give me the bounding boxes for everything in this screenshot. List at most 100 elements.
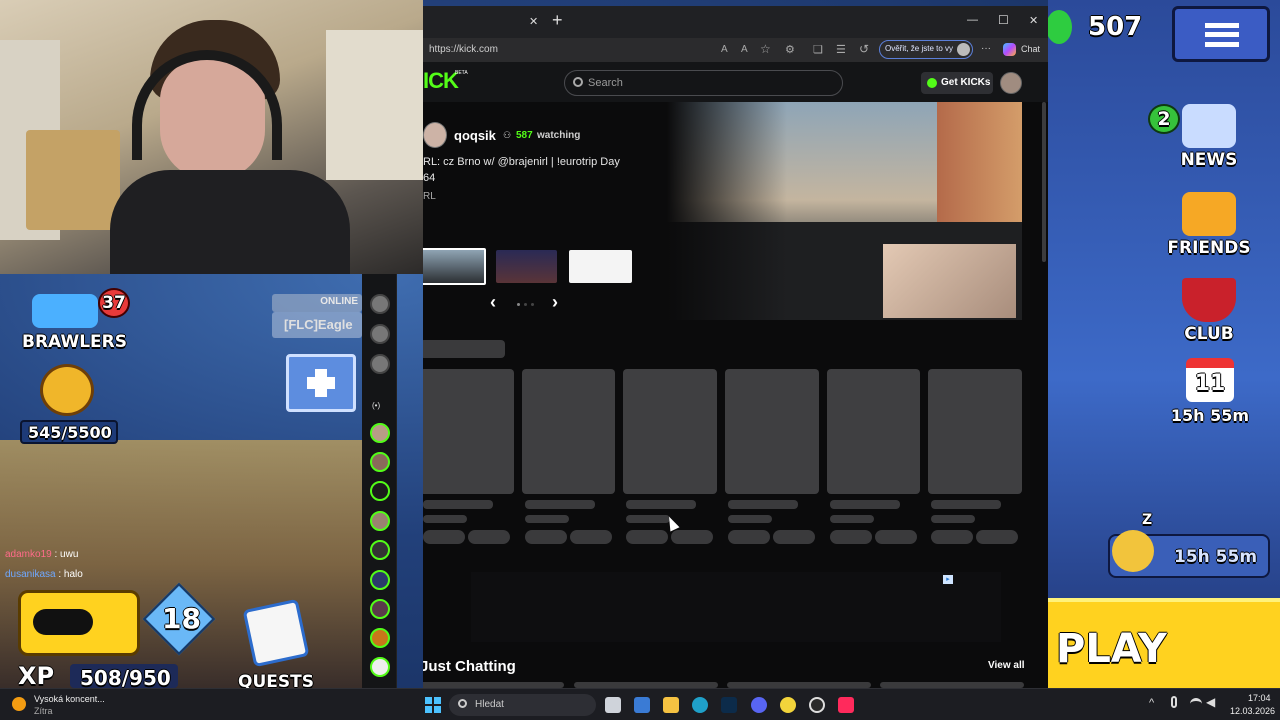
new-tab-button[interactable]: +: [552, 10, 563, 31]
photoshop-icon[interactable]: [721, 697, 737, 713]
volume-icon[interactable]: ◀: [1206, 695, 1215, 709]
url-field[interactable]: https://kick.com: [429, 44, 498, 55]
sleep-timer-panel[interactable]: 15h 55m: [1108, 530, 1270, 578]
brawl-pass-button[interactable]: [18, 590, 140, 656]
club-button[interactable]: CLUB: [1158, 278, 1260, 344]
tiktok-icon[interactable]: [838, 697, 854, 713]
weather-widget[interactable]: Vysoká koncent... Zítra: [12, 693, 132, 717]
tag-placeholder: [570, 530, 612, 544]
streamer-name[interactable]: qoqsik: [454, 128, 496, 143]
carousel-thumbnail[interactable]: [423, 248, 486, 285]
tray-expand-icon[interactable]: ^: [1149, 697, 1154, 709]
clock-date[interactable]: 12.03.2026: [1230, 706, 1275, 716]
tag-placeholder: [423, 530, 465, 544]
recommended-channel-avatar[interactable]: [370, 540, 390, 560]
tag-placeholder: [728, 530, 770, 544]
recommended-channel-avatar[interactable]: [370, 423, 390, 443]
stream-category[interactable]: RL: [423, 191, 436, 202]
carousel-prev-button[interactable]: ‹: [490, 292, 496, 313]
star-trophy-icon: [40, 364, 94, 416]
wifi-icon[interactable]: [1190, 698, 1202, 710]
ad-banner[interactable]: ▸: [471, 572, 1001, 642]
ad-choices-icon[interactable]: ▸: [943, 575, 953, 584]
text-placeholder: [728, 500, 798, 509]
discord-icon[interactable]: [751, 697, 767, 713]
page-scrollbar[interactable]: [1042, 102, 1046, 262]
streamer-avatar[interactable]: [423, 122, 447, 148]
menu-button[interactable]: [1172, 6, 1270, 62]
address-bar: https://kick.com A A ☆ ⚙ ❏ ☰ ↺ Ověřit, ž…: [423, 38, 1048, 62]
play-button[interactable]: PLAY: [1048, 598, 1280, 688]
minimize-button[interactable]: —: [967, 14, 978, 26]
recommended-channel-avatar[interactable]: [370, 481, 390, 501]
close-window-button[interactable]: ✕: [1029, 14, 1038, 27]
search-icon: [458, 699, 467, 708]
followed-channel-avatar[interactable]: [370, 354, 390, 374]
event-timer: 15h 55m: [1170, 406, 1250, 425]
quests-button[interactable]: QUESTS: [222, 596, 332, 688]
tag-placeholder: [875, 530, 917, 544]
task-view-icon[interactable]: [605, 697, 621, 713]
recommended-channel-avatar[interactable]: [370, 599, 390, 619]
favorite-star-icon[interactable]: ☆: [760, 42, 771, 56]
section-title[interactable]: Just Chatting: [423, 658, 516, 675]
maximize-button[interactable]: ☐: [998, 13, 1009, 27]
brawlers-button[interactable]: 37 BRAWLERS: [18, 288, 130, 352]
read-aloud-icon[interactable]: A: [741, 44, 748, 55]
start-button[interactable]: [425, 697, 441, 713]
hamburger-icon: [1205, 23, 1239, 47]
play-label: PLAY: [1056, 626, 1167, 672]
close-tab-icon[interactable]: ✕: [529, 15, 538, 28]
verify-identity-button[interactable]: Ověřit, že jste to vy: [879, 40, 973, 59]
search-input[interactable]: Search: [564, 70, 843, 96]
tag-placeholder: [468, 530, 510, 544]
friends-button[interactable]: FRIENDS: [1158, 192, 1260, 258]
carousel-thumbnail[interactable]: [496, 250, 557, 283]
stream-card-placeholder: [725, 369, 819, 494]
text-placeholder: [525, 515, 569, 523]
extensions-icon[interactable]: ⚙: [785, 43, 795, 56]
add-friend-button[interactable]: [286, 354, 356, 412]
followed-channel-avatar[interactable]: [370, 324, 390, 344]
windows-logo-icon: [425, 697, 432, 704]
trophy-road-button[interactable]: 545/5500: [18, 364, 118, 446]
taskbar-search[interactable]: Hledat: [449, 694, 596, 716]
view-all-link[interactable]: View all: [988, 660, 1025, 671]
kick-logo[interactable]: ICK: [423, 68, 459, 94]
obs-icon[interactable]: [809, 697, 825, 713]
carousel-next-button[interactable]: ›: [552, 292, 558, 313]
copilot-chat-label[interactable]: Chat: [1021, 44, 1040, 54]
favorites-icon[interactable]: ☰: [836, 43, 846, 56]
news-badge: 2: [1148, 104, 1180, 134]
recommended-channel-avatar[interactable]: [370, 628, 390, 648]
translate-icon[interactable]: A: [721, 44, 728, 55]
kick-logo-beta: BETA: [455, 70, 468, 76]
history-icon[interactable]: ↺: [859, 42, 869, 56]
more-menu-icon[interactable]: ···: [981, 43, 991, 54]
featured-stream-preview[interactable]: [667, 102, 1022, 320]
file-explorer-icon[interactable]: [663, 697, 679, 713]
microphone-icon[interactable]: [1171, 696, 1177, 708]
copilot-icon[interactable]: [1003, 43, 1016, 56]
recommended-channel-avatar[interactable]: [370, 657, 390, 677]
app-icon[interactable]: [780, 697, 796, 713]
chat-message: adamko19 : uwu: [5, 549, 79, 560]
recommended-channel-avatar[interactable]: [370, 511, 390, 531]
user-avatar[interactable]: [1000, 72, 1022, 94]
get-kicks-button[interactable]: Get KICKs: [921, 72, 993, 94]
app-icon[interactable]: [634, 697, 650, 713]
recommended-channel-avatar[interactable]: [370, 452, 390, 472]
trophy-count: 507: [1088, 12, 1143, 42]
event-button[interactable]: 11 15h 55m: [1160, 358, 1260, 430]
recommended-channel-avatar[interactable]: [370, 570, 390, 590]
edge-browser-icon[interactable]: [692, 697, 708, 713]
carousel-thumbnail[interactable]: [569, 250, 632, 283]
text-placeholder: [931, 500, 1001, 509]
followed-channel-avatar[interactable]: [370, 294, 390, 314]
kicks-coin-icon: [927, 78, 937, 88]
search-icon: [573, 77, 583, 87]
clock-time[interactable]: 17:04: [1248, 693, 1271, 703]
sleep-z: Z: [1142, 512, 1153, 528]
collections-icon[interactable]: ❏: [813, 43, 823, 56]
section-title-placeholder: [423, 340, 505, 358]
